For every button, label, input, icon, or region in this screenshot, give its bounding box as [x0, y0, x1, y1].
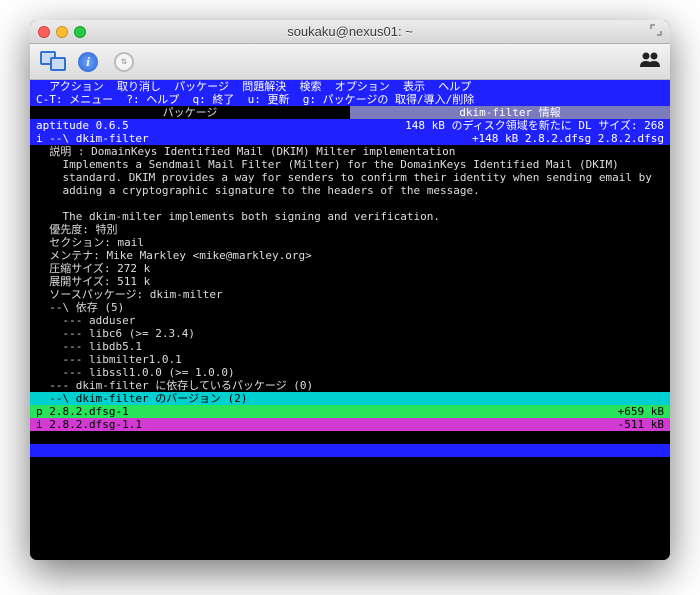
- toolbar: i ⇅: [30, 44, 670, 80]
- desc-line: standard. DKIM provides a way for sender…: [30, 171, 670, 184]
- desc-line: adding a cryptographic signature to the …: [30, 184, 670, 197]
- depends-item[interactable]: --- libmilter1.0.1: [30, 353, 670, 366]
- blank-row: [30, 483, 670, 496]
- source-package-line: ソースパッケージ: dkim-milter: [30, 288, 670, 301]
- version-size: +659 kB: [618, 405, 664, 418]
- depends-item[interactable]: --- libssl1.0.0 (>= 1.0.0): [30, 366, 670, 379]
- disk-dl-size: 148 kB のディスク領域を新たに DL サイズ: 268: [405, 119, 664, 132]
- depends-item[interactable]: --- libc6 (>= 2.3.4): [30, 327, 670, 340]
- terminal-content[interactable]: アクション 取り消し パッケージ 問題解決 検索 オプション 表示 ヘルプ C-…: [30, 80, 670, 560]
- version-row-installed[interactable]: i 2.8.2.dfsg-1.1 -511 kB: [30, 418, 670, 431]
- version-row-available[interactable]: p 2.8.2.dfsg-1 +659 kB: [30, 405, 670, 418]
- version-label: p 2.8.2.dfsg-1: [36, 405, 129, 418]
- version-label: i 2.8.2.dfsg-1.1: [36, 418, 142, 431]
- blank-row: [30, 470, 670, 483]
- depends-item[interactable]: --- adduser: [30, 314, 670, 327]
- section-line: セクション: mail: [30, 236, 670, 249]
- selected-package-name: i --\ dkim-filter: [36, 132, 149, 145]
- desc-line: [30, 197, 670, 210]
- desc-line: Implements a Sendmail Mail Filter (Milte…: [30, 158, 670, 171]
- reverse-depends-line[interactable]: --- dkim-filter に依存しているパッケージ (0): [30, 379, 670, 392]
- remote-screens-icon[interactable]: [38, 48, 66, 76]
- maintainer-line: メンテナ: Mike Markley <mike@markley.org>: [30, 249, 670, 262]
- terminal-window: soukaku@nexus01: ~ i ⇅ アクション 取り消し パッケージ …: [30, 20, 670, 560]
- compressed-size-line: 圧縮サイズ: 272 k: [30, 262, 670, 275]
- versions-header[interactable]: --\ dkim-filter のバージョン (2): [30, 392, 670, 405]
- refresh-icon[interactable]: ⇅: [110, 48, 138, 76]
- aptitude-tabs: パッケージ dkim-filter 情報: [30, 106, 670, 119]
- desc-line: The dkim-milter implements both signing …: [30, 210, 670, 223]
- blank-row: [30, 457, 670, 470]
- depends-header[interactable]: --\ 依存 (5): [30, 301, 670, 314]
- aptitude-helpbar: C-T: メニュー ?: ヘルプ q: 終了 u: 更新 g: パッケージの 取…: [30, 93, 670, 106]
- tab-dkim-filter-info[interactable]: dkim-filter 情報: [350, 106, 670, 119]
- info-icon[interactable]: i: [74, 48, 102, 76]
- window-title: soukaku@nexus01: ~: [30, 24, 670, 39]
- selected-package-row[interactable]: i --\ dkim-filter +148 kB 2.8.2.dfsg 2.8…: [30, 132, 670, 145]
- blank-row: [30, 431, 670, 444]
- priority-line: 優先度: 特別: [30, 223, 670, 236]
- tab-packages[interactable]: パッケージ: [30, 106, 350, 119]
- aptitude-version: aptitude 0.6.5: [36, 119, 129, 132]
- bottom-status-bar: [30, 444, 670, 457]
- users-icon[interactable]: [638, 51, 662, 72]
- selected-package-size: +148 kB 2.8.2.dfsg 2.8.2.dfsg: [472, 132, 664, 145]
- titlebar[interactable]: soukaku@nexus01: ~: [30, 20, 670, 44]
- depends-item[interactable]: --- libdb5.1: [30, 340, 670, 353]
- version-size: -511 kB: [618, 418, 664, 431]
- aptitude-menubar[interactable]: アクション 取り消し パッケージ 問題解決 検索 オプション 表示 ヘルプ: [30, 80, 670, 93]
- aptitude-status: aptitude 0.6.5 148 kB のディスク領域を新たに DL サイズ…: [30, 119, 670, 132]
- uncompressed-size-line: 展開サイズ: 511 k: [30, 275, 670, 288]
- blank-row: [30, 496, 670, 509]
- desc-line: 説明 : DomainKeys Identified Mail (DKIM) M…: [30, 145, 670, 158]
